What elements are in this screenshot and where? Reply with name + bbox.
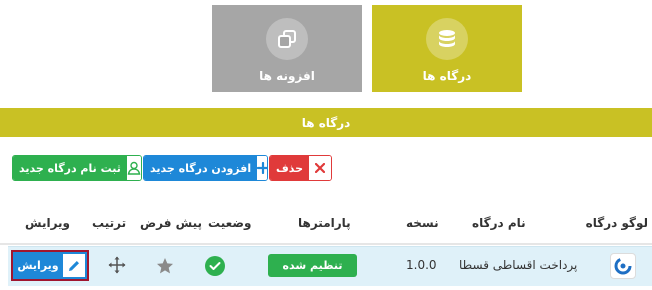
column-header-order: ترتیب [92, 216, 127, 230]
column-header-name: نام درگاه [472, 216, 526, 230]
delete-button[interactable]: حذف [269, 155, 332, 181]
section-title: درگاه ها [301, 115, 351, 130]
column-header-logo: لوگو درگاه [585, 216, 648, 230]
tile-gateways[interactable]: درگاه ها [372, 5, 522, 92]
gateway-logo-icon [614, 257, 632, 275]
edit-button-label: ویرایش [17, 259, 59, 272]
column-header-status: وضعیت [208, 216, 252, 230]
params-configured-button[interactable]: تنظیم شده [268, 254, 357, 277]
column-header-version: نسخه [406, 216, 439, 230]
pencil-icon [63, 254, 85, 277]
column-header-default: پیش فرض [140, 216, 203, 230]
user-icon [126, 156, 141, 180]
gateway-name: پرداخت اقساطی قسطا [459, 258, 578, 272]
copy-icon [266, 18, 308, 60]
add-gateway-button[interactable]: افزودن درگاه جدید [143, 155, 268, 181]
edit-button[interactable]: ویرایش [11, 250, 89, 281]
section-title-bar: درگاه ها [0, 108, 652, 137]
status-active-icon[interactable] [205, 256, 225, 276]
add-gateway-label: افزودن درگاه جدید [144, 156, 258, 180]
gateway-version: 1.0.0 [406, 258, 437, 272]
gateway-logo [610, 253, 636, 279]
tile-addons[interactable]: افزونه ها [212, 5, 362, 92]
database-icon [426, 18, 468, 60]
register-gateway-label: ثبت نام درگاه جدید [13, 156, 127, 180]
column-header-params: پارامترها [298, 216, 351, 230]
default-star-icon[interactable] [156, 257, 174, 278]
close-icon [309, 156, 331, 180]
register-gateway-button[interactable]: ثبت نام درگاه جدید [12, 155, 142, 181]
tile-gateways-label: درگاه ها [422, 69, 472, 83]
plus-icon [257, 156, 267, 180]
delete-button-label: حذف [270, 156, 310, 180]
table-header-divider [0, 243, 652, 245]
move-icon[interactable] [108, 256, 126, 277]
column-header-edit: ویرایش [25, 216, 71, 230]
tile-addons-label: افزونه ها [259, 69, 315, 83]
